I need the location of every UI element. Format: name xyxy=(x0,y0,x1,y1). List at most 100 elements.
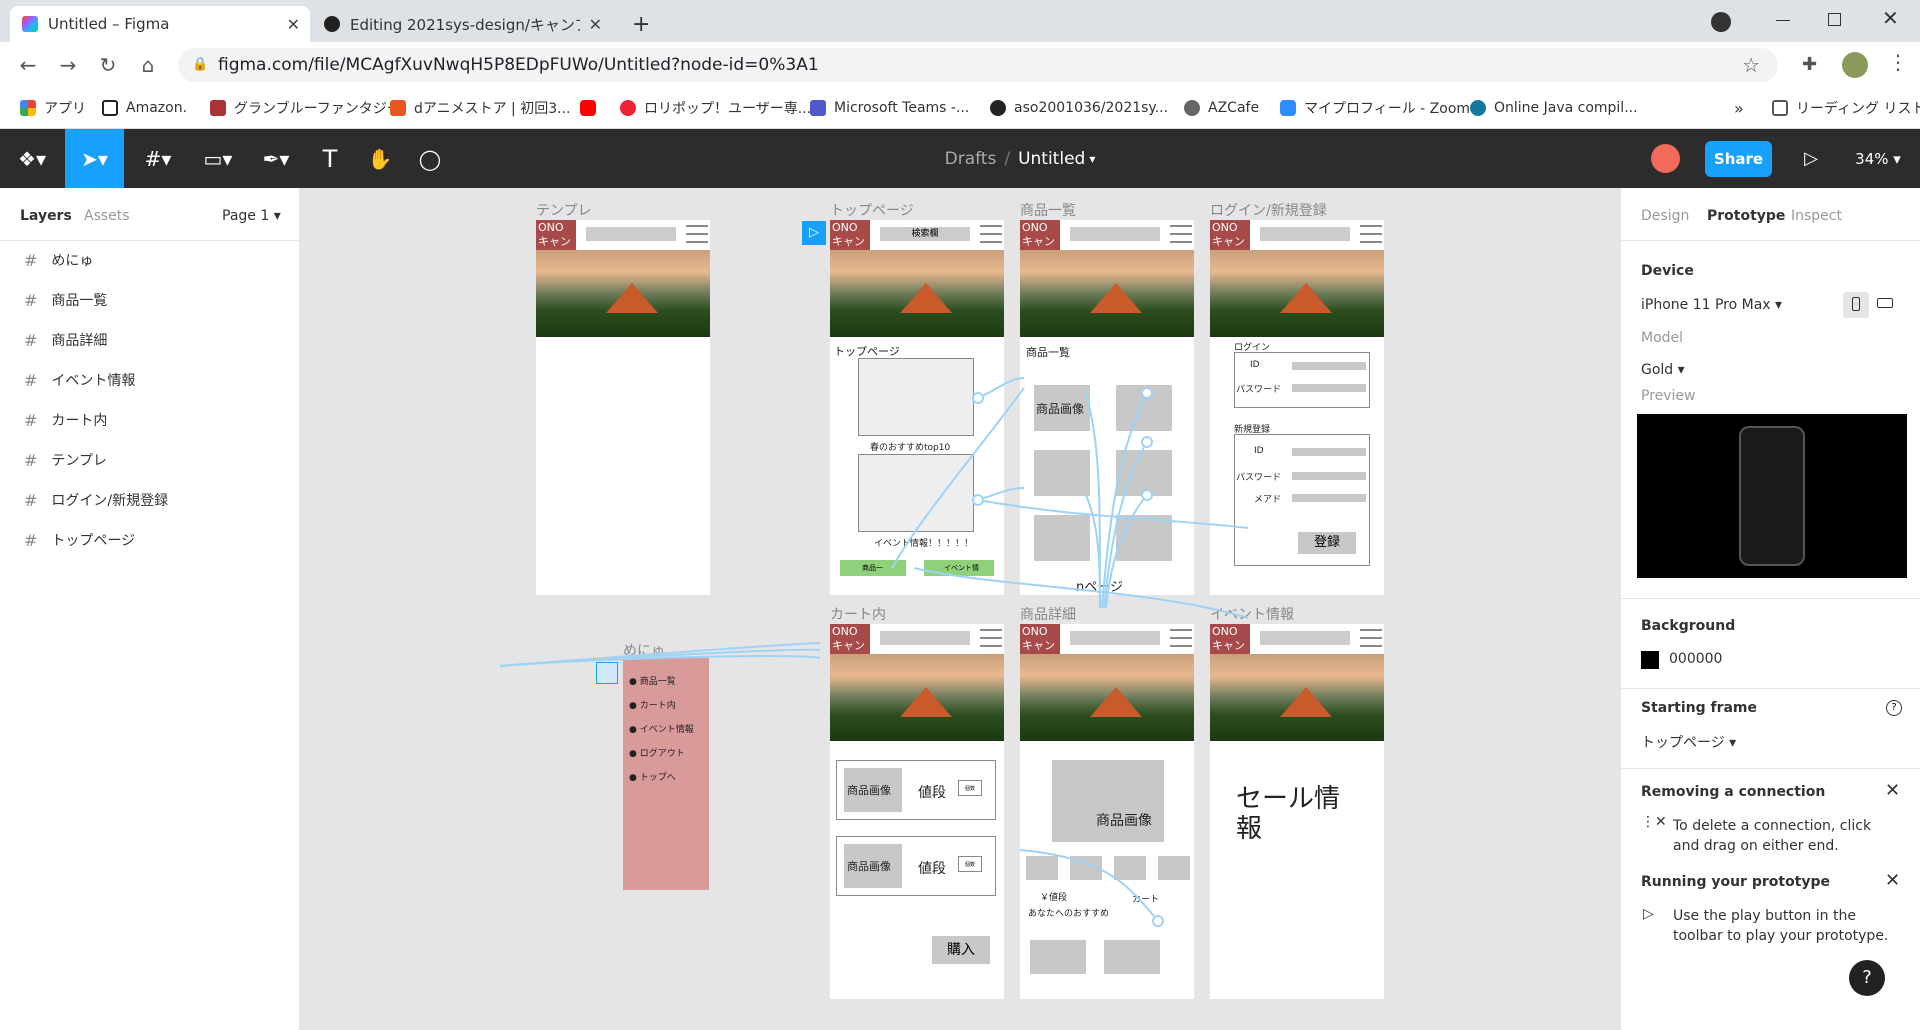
bookmark-zoom[interactable]: マイプロフィール - Zoom xyxy=(1280,96,1470,120)
tab-github[interactable]: Editing 2021sys-design/キャンプ.m ✕ xyxy=(312,6,612,42)
close-icon[interactable]: ✕ xyxy=(1885,870,1900,891)
frame-label-cart[interactable]: カート内 xyxy=(830,604,886,624)
starting-frame-select[interactable]: トップページ ▾ xyxy=(1641,732,1736,752)
bookmark-apps[interactable]: アプリ xyxy=(20,96,86,120)
frame-product-detail[interactable]: ONO キャン 商品画像 ￥値段 カート あなたへのおすすめ xyxy=(1020,624,1194,999)
file-name[interactable]: Untitled xyxy=(1018,149,1085,169)
frame-top-page[interactable]: ONO キャン 検索欄 トップページ 春のおすすめtop10 イベント情報！！！！… xyxy=(830,220,1004,595)
frame-label-menu[interactable]: めにゅ xyxy=(623,640,665,660)
bookmark-lolipop[interactable]: ロリポップ！ユーザー専... xyxy=(620,96,811,120)
pen-tool-icon[interactable]: ✒▾ xyxy=(254,129,298,188)
register-password-label: パスワード xyxy=(1236,473,1282,483)
minimize-icon[interactable] xyxy=(1776,20,1790,21)
background-swatch[interactable] xyxy=(1641,651,1659,669)
menu-item-label: カート内 xyxy=(639,701,676,711)
tab-inspect[interactable]: Inspect xyxy=(1791,208,1842,224)
present-play-icon[interactable]: ▷ xyxy=(1796,129,1826,188)
extensions-icon[interactable]: ✚ xyxy=(1802,54,1817,75)
frame-label-detail[interactable]: 商品詳細 xyxy=(1020,604,1076,624)
frame-event[interactable]: ONO キャン セール情報 xyxy=(1210,624,1384,999)
close-window-icon[interactable]: ✕ xyxy=(1882,6,1899,30)
forward-icon[interactable]: → xyxy=(54,51,82,79)
close-tab-icon[interactable]: ✕ xyxy=(287,15,300,34)
model-select[interactable]: Gold ▾ xyxy=(1641,362,1685,378)
layer-item[interactable]: # テンプレ xyxy=(24,450,107,470)
tab-search-icon[interactable] xyxy=(1711,12,1731,32)
comment-tool-icon[interactable]: ◯ xyxy=(410,129,450,188)
figma-main-menu-icon[interactable]: ❖▾ xyxy=(10,129,54,188)
help-button[interactable]: ? xyxy=(1849,960,1885,996)
frame-label-event[interactable]: イベント情報 xyxy=(1210,604,1294,624)
move-tool-icon[interactable]: ➤▾ xyxy=(65,129,124,188)
layer-label: 商品一覧 xyxy=(51,293,108,309)
zoom-level[interactable]: 34% ▾ xyxy=(1850,129,1906,188)
bookmark-amazon[interactable]: Amazon. xyxy=(102,96,187,120)
bookmark-youtube[interactable] xyxy=(580,96,604,120)
bookmark-label: aso2001036/2021sy... xyxy=(1014,100,1169,116)
bookmark-teams[interactable]: Microsoft Teams -... xyxy=(810,96,969,120)
frame-label-list[interactable]: 商品一覧 xyxy=(1020,200,1076,220)
layer-item[interactable]: # 商品詳細 xyxy=(24,330,107,350)
portrait-icon[interactable] xyxy=(1843,292,1869,318)
frame-label-top[interactable]: トップページ xyxy=(830,200,914,220)
breadcrumb-drafts[interactable]: Drafts xyxy=(945,149,997,169)
close-icon[interactable]: ✕ xyxy=(1885,780,1900,801)
frame-label-template[interactable]: テンプレ xyxy=(536,200,592,220)
apps-grid-icon xyxy=(20,100,36,116)
help-circle-icon[interactable]: ? xyxy=(1886,700,1902,716)
tab-prototype[interactable]: Prototype xyxy=(1707,208,1785,224)
bookmark-azcafe[interactable]: AZCafe xyxy=(1184,96,1259,120)
home-icon[interactable]: ⌂ xyxy=(134,51,162,79)
layer-item[interactable]: # カート内 xyxy=(24,410,107,430)
tab-layers[interactable]: Layers xyxy=(20,208,72,224)
bookmark-github[interactable]: aso2001036/2021sy... xyxy=(990,96,1168,120)
frame-tool-icon[interactable]: #▾ xyxy=(136,129,180,188)
layer-item[interactable]: # めにゅ xyxy=(24,250,93,270)
share-button[interactable]: Share xyxy=(1705,141,1772,177)
layer-item[interactable]: # イベント情報 xyxy=(24,370,135,390)
bookmark-granblue[interactable]: グランブルーファンタジー xyxy=(210,96,401,120)
new-tab-button[interactable]: + xyxy=(620,6,662,42)
close-tab-icon[interactable]: ✕ xyxy=(589,15,602,34)
background-value[interactable]: 000000 xyxy=(1669,651,1722,667)
user-avatar[interactable] xyxy=(1651,144,1680,173)
bookmark-java[interactable]: Online Java compil... xyxy=(1470,96,1638,120)
text-tool-icon[interactable]: T xyxy=(310,129,350,188)
device-select[interactable]: iPhone 11 Pro Max ▾ xyxy=(1641,297,1782,313)
frame-login[interactable]: ONO キャン ログイン ID パスワード 新規登録 ID パスワード メアド … xyxy=(1210,220,1384,595)
design-canvas[interactable]: テンプレ トップページ 商品一覧 ログイン/新規登録 ONO キャン ONO キ… xyxy=(300,188,1620,1030)
layer-item[interactable]: # 商品一覧 xyxy=(24,290,107,310)
bookmarks-more[interactable]: » xyxy=(1734,96,1744,120)
landscape-icon[interactable] xyxy=(1877,298,1893,308)
product-image-placeholder: 商品画像 xyxy=(844,768,902,812)
tab-title: Editing 2021sys-design/キャンプ.m xyxy=(350,15,580,34)
page-selector[interactable]: Page 1 ▾ xyxy=(222,208,281,224)
back-icon[interactable]: ← xyxy=(14,51,42,79)
layer-label: トップページ xyxy=(51,533,136,549)
frame-template[interactable]: ONO キャン xyxy=(536,220,710,595)
layer-item[interactable]: # ログイン/新規登録 xyxy=(24,490,168,510)
bookmark-danime[interactable]: dアニメストア | 初回3... xyxy=(390,96,570,120)
reload-icon[interactable]: ↻ xyxy=(94,51,122,79)
url-field[interactable]: 🔒 figma.com/file/MCAgfXuvNwqH5P8EDpFUWo/… xyxy=(178,48,1778,82)
browser-menu-icon[interactable]: ⋮ xyxy=(1888,50,1908,74)
layer-item[interactable]: # トップページ xyxy=(24,530,135,550)
overlay-icon[interactable] xyxy=(596,662,618,684)
frame-menu[interactable]: ● 商品一覧 ● カート内 ● イベント情報 ● ログアウト ● トップへ xyxy=(623,658,709,890)
shape-tool-icon[interactable]: ▭▾ xyxy=(196,129,240,188)
profile-avatar[interactable] xyxy=(1842,52,1868,78)
starting-frame-play-icon[interactable]: ▷ xyxy=(802,221,826,245)
layers-panel: Layers Assets Page 1 ▾ # めにゅ # 商品一覧 # 商品詳細 … xyxy=(0,188,300,1030)
hand-tool-icon[interactable]: ✋ xyxy=(360,129,400,188)
tab-assets[interactable]: Assets xyxy=(84,208,130,224)
tab-figma[interactable]: Untitled – Figma ✕ xyxy=(10,6,310,42)
reading-list[interactable]: リーディング リスト xyxy=(1772,96,1920,120)
restore-icon[interactable] xyxy=(1828,13,1841,26)
frame-product-list[interactable]: ONO キャン 商品一覧 商品画像 nページ xyxy=(1020,220,1194,595)
register-button: 登録 xyxy=(1298,532,1356,554)
tab-design[interactable]: Design xyxy=(1641,208,1689,224)
frame-cart[interactable]: ONO キャン 商品画像 値段 個数 商品画像 値段 個数 購入 xyxy=(830,624,1004,999)
frame-label-login[interactable]: ログイン/新規登録 xyxy=(1210,200,1327,220)
bookmark-star-icon[interactable]: ☆ xyxy=(1742,48,1760,82)
chevron-down-icon[interactable]: ▾ xyxy=(1089,152,1095,166)
